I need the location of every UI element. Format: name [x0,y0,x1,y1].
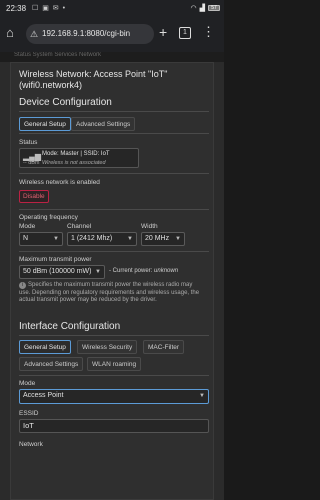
status-dbm: -- dBm [23,160,40,166]
background-nav: Status System Services Network [0,52,224,62]
divider [19,173,209,174]
home-icon[interactable]: ⌂ [6,26,20,40]
divider [19,335,209,336]
mode-select[interactable]: N ▼ [19,232,63,246]
divider [19,209,209,210]
tab-wlan-roaming[interactable]: WLAN roaming [87,357,142,371]
url-text: 192.168.9.1:8080/cgi-bin [42,29,131,38]
channel-select-value: 1 (2412 Mhz) [71,235,113,242]
tab-iface-general-setup[interactable]: General Setup [19,340,71,354]
modal-title: Wireless Network: Access Point "IoT" (wi… [19,69,167,91]
current-power-label: - Current power: [109,268,153,274]
status-box: ▂▄▆ Mode: Master | SSID: IoT -- dBm Wire… [19,148,139,168]
mode-select-value: N [23,235,29,242]
mode-column-label: Mode [19,223,36,230]
width-select-value: 20 MHz [145,235,170,242]
notification-icons: ☐ ▣ ✉ • [32,5,67,12]
modal-title-line1: Wireless Network: Access Point "IoT" [19,69,168,79]
essid-input[interactable]: IoT [19,419,209,433]
interface-config-heading: Interface Configuration [19,321,121,332]
browser-toolbar: ⌂ ⚠ 192.168.9.1:8080/cgi-bin + 1 ⋮ [0,18,224,52]
more-menu-icon[interactable]: ⋮ [202,24,215,40]
wifi-icon: ◠ [190,5,197,12]
max-power-select[interactable]: 50 dBm (100000 mW) ▼ [19,265,105,279]
address-bar[interactable]: ⚠ 192.168.9.1:8080/cgi-bin [26,24,154,44]
disable-button[interactable]: Disable [19,190,49,203]
tab-advanced-settings[interactable]: Advanced Settings [71,117,136,131]
network-label: Network [19,441,43,448]
current-power: - Current power: unknown [109,268,178,274]
max-power-value: 50 dBm (100000 mW) [23,268,92,275]
operating-frequency-label: Operating frequency [19,214,78,221]
tab-wireless-security[interactable]: Wireless Security [77,340,138,354]
status-label: Status [19,139,38,146]
width-column-label: Width [141,223,158,230]
chevron-down-icon: ▼ [127,236,133,242]
tab-iface-advanced-settings[interactable]: Advanced Settings [19,357,84,371]
current-power-value: unknown [154,268,179,274]
iface-mode-value: Access Point [23,392,64,399]
channel-column-label: Channel [67,223,92,230]
divider [19,375,209,376]
max-power-label: Maximum transmit power [19,256,92,263]
tab-mac-filter[interactable]: MAC-Filter [143,340,185,354]
status-bar: 22:38 ☐ ▣ ✉ • ◠ ▟ 57 [0,0,224,18]
not-secure-icon[interactable]: ⚠ [30,24,38,44]
divider [19,251,209,252]
info-icon: i [19,282,26,289]
clock: 22:38 [6,4,27,13]
iface-mode-label: Mode [19,380,36,387]
battery-icon: 57 [208,5,220,11]
new-tab-icon[interactable]: + [159,24,167,40]
channel-select[interactable]: 1 (2412 Mhz) ▼ [67,232,137,246]
signal-icon: ▟ [199,5,205,12]
tab-switcher-button[interactable]: 1 [179,27,191,39]
power-hint: i Specifies the maximum transmit power th… [19,282,205,305]
system-icons: ◠ ▟ 57 [190,4,220,12]
tab-general-setup[interactable]: General Setup [19,117,71,131]
status-mode-text: Mode: Master | SSID: IoT [42,151,110,157]
chevron-down-icon: ▼ [199,393,205,399]
chevron-down-icon: ▼ [53,236,59,242]
status-assoc: Wireless is not associated [42,160,106,166]
iface-mode-select[interactable]: Access Point ▼ [19,389,209,404]
width-select[interactable]: 20 MHz ▼ [141,232,185,246]
essid-label: ESSID [19,410,39,417]
wireless-config-modal: Wireless Network: Access Point "IoT" (wi… [10,62,214,500]
device-config-heading: Device Configuration [19,97,112,108]
divider [19,133,209,134]
chevron-down-icon: ▼ [95,269,101,275]
modal-title-line2: (wifi0.network4) [19,80,83,90]
power-hint-text: Specifies the maximum transmit power the… [19,282,200,303]
wireless-enabled-text: Wireless network is enabled [19,179,100,186]
chevron-down-icon: ▼ [175,236,181,242]
divider [19,111,209,112]
